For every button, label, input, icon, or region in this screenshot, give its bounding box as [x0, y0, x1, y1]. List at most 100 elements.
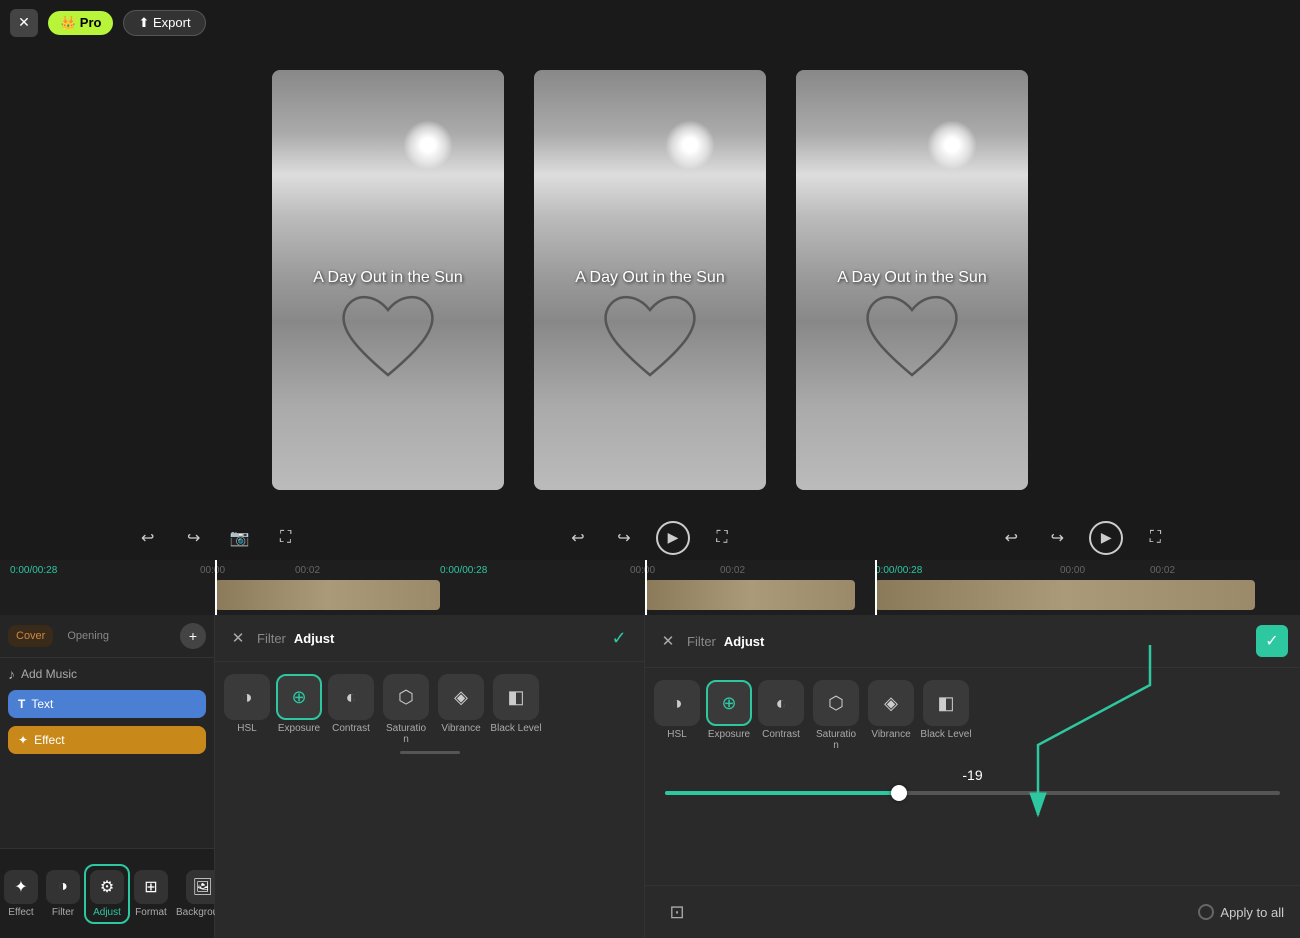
tool-effect[interactable]: ✦ Effect — [0, 866, 42, 922]
redo-button-3[interactable]: ↪ — [1043, 524, 1071, 552]
panel1-filter-tab[interactable]: Filter — [257, 631, 286, 646]
panel2-header: ✕ Filter Adjust ✓ — [645, 615, 1300, 668]
text-item[interactable]: T Text — [8, 690, 206, 718]
camera-icon-1: 📷 — [226, 524, 254, 552]
effect-label: Effect — [34, 733, 64, 747]
undo-button-3[interactable]: ↩ — [997, 524, 1025, 552]
undo-button-1[interactable]: ↩ — [134, 524, 162, 552]
adj-icon-contrast-2[interactable]: ◐ Contrast — [757, 680, 805, 740]
opening-button[interactable]: Opening — [59, 625, 117, 647]
play-button-2[interactable]: ▶ — [656, 521, 690, 555]
tool-adjust[interactable]: ⚙ Adjust — [84, 864, 130, 924]
apply-all-label: Apply to all — [1220, 905, 1284, 920]
cover-button[interactable]: Cover — [8, 625, 53, 647]
bottom-toolbar: ✦ Effect ◑ Filter ⚙ Adjust ⊞ Format 🖼 Ba… — [0, 848, 214, 938]
controls-section-2: ↩ ↪ ▶ ⛶ — [433, 521, 866, 555]
fullscreen-button-1[interactable]: ⛶ — [272, 524, 300, 552]
apply-to-all-button[interactable]: Apply to all — [1198, 904, 1284, 920]
panel1-header: ✕ Filter Adjust ✓ — [215, 615, 644, 662]
timeline-area: 0:00/00:28 0:00/00:28 0:00/00:28 00:00 0… — [0, 560, 1300, 615]
time-mark-3: 00:00 — [630, 565, 655, 576]
adjust-panel-1: ✕ Filter Adjust ✓ ◑ HSL ⊕ Exposure ◐ Con… — [215, 615, 645, 938]
time-label-1: 0:00/00:28 — [10, 565, 57, 576]
time-mark-2: 00:02 — [295, 565, 320, 576]
panel2-filter-tab[interactable]: Filter — [687, 634, 716, 649]
adj-icon-vibrance-1[interactable]: ◈ Vibrance — [437, 674, 485, 734]
undo-button-2[interactable]: ↩ — [564, 524, 592, 552]
text-label: Text — [31, 697, 53, 711]
controls-row: ↩ ↪ 📷 ⛶ ↩ ↪ ▶ ⛶ ↩ ↪ ▶ ⛶ — [0, 515, 1300, 560]
sidebar-top: Cover Opening + — [0, 615, 214, 658]
time-mark-4: 00:02 — [720, 565, 745, 576]
cover-label: Cover — [16, 630, 45, 642]
adj-icon-exposure-2[interactable]: ⊕ Exposure — [705, 680, 753, 740]
heart-svg-1 — [338, 295, 438, 385]
heart-svg-3 — [862, 295, 962, 385]
pro-label: 👑 Pro — [60, 15, 101, 31]
sidebar-items: ♪ Add Music T Text ✦ Effect — [0, 658, 214, 762]
add-clip-button[interactable]: + — [180, 623, 206, 649]
adj-icon-saturation-1[interactable]: ⬡ Saturation — [379, 674, 433, 745]
time-mark-1: 00:00 — [200, 565, 225, 576]
time-mark-6: 00:02 — [1150, 565, 1175, 576]
panel1-adjust-tab[interactable]: Adjust — [294, 631, 334, 646]
apply-all-radio — [1198, 904, 1214, 920]
slider-area: -19 — [645, 757, 1300, 885]
previews-area: A Day Out in the Sun A Day Out in the Su… — [0, 45, 1300, 515]
effect-item[interactable]: ✦ Effect — [8, 726, 206, 754]
close-button[interactable]: ✕ — [10, 9, 38, 37]
play-button-3[interactable]: ▶ — [1089, 521, 1123, 555]
video-title-1: A Day Out in the Sun — [313, 269, 462, 287]
fullscreen-button-2[interactable]: ⛶ — [708, 524, 736, 552]
video-preview-1: A Day Out in the Sun — [272, 70, 504, 490]
panel1-confirm-button[interactable]: ✓ — [606, 625, 632, 651]
panel2-adjust-tab[interactable]: Adjust — [724, 634, 764, 649]
controls-section-3: ↩ ↪ ▶ ⛶ — [867, 521, 1300, 555]
add-music-label: Add Music — [21, 667, 77, 681]
playhead-1 — [215, 560, 217, 615]
export-button[interactable]: ⬆ Export — [123, 10, 205, 36]
panel2-close-button[interactable]: ✕ — [657, 630, 679, 652]
slider-fill — [665, 791, 899, 795]
panel1-close-button[interactable]: ✕ — [227, 627, 249, 649]
bottom-panel: Cover Opening + ♪ Add Music T Text ✦ Eff… — [0, 615, 1300, 938]
panel1-scroll-hint — [400, 751, 460, 754]
adj-icon-hsl-1[interactable]: ◑ HSL — [223, 674, 271, 734]
video-preview-2: A Day Out in the Sun — [534, 70, 766, 490]
sun-glow-2 — [665, 120, 715, 170]
time-label-3: 0:00/00:28 — [875, 565, 922, 576]
redo-button-2[interactable]: ↪ — [610, 524, 638, 552]
time-mark-5: 00:00 — [1060, 565, 1085, 576]
add-music-row[interactable]: ♪ Add Music — [8, 666, 206, 682]
export-label: ⬆ Export — [138, 15, 190, 31]
opening-label: Opening — [67, 630, 109, 642]
adj-icon-blacklevel-1[interactable]: ◧ Black Level — [489, 674, 543, 734]
top-bar: ✕ 👑 Pro ⬆ Export — [0, 0, 1300, 45]
adj-icon-saturation-2[interactable]: ⬡ Saturation — [809, 680, 863, 751]
tool-format[interactable]: ⊞ Format — [130, 866, 172, 922]
adj-icon-contrast-1[interactable]: ◐ Contrast — [327, 674, 375, 734]
thumbnail-strip-2 — [645, 580, 855, 610]
playhead-2 — [645, 560, 647, 615]
slider-value: -19 — [962, 767, 982, 783]
panel2-confirm-button[interactable]: ✓ — [1256, 625, 1288, 657]
tool-filter[interactable]: ◑ Filter — [42, 866, 84, 922]
time-label-2: 0:00/00:28 — [440, 565, 487, 576]
redo-button-1[interactable]: ↪ — [180, 524, 208, 552]
adj-icon-hsl-2[interactable]: ◑ HSL — [653, 680, 701, 740]
split-view-button[interactable]: ⊡ — [661, 896, 693, 928]
adj-icon-vibrance-2[interactable]: ◈ Vibrance — [867, 680, 915, 740]
thumbnail-strip-1 — [215, 580, 440, 610]
video-title-2: A Day Out in the Sun — [575, 269, 724, 287]
adj-icon-exposure-1[interactable]: ⊕ Exposure — [275, 674, 323, 734]
heart-svg-2 — [600, 295, 700, 385]
fullscreen-button-3[interactable]: ⛶ — [1141, 524, 1169, 552]
panel2-icons-row: ◑ HSL ⊕ Exposure ◐ Contrast ⬡ Saturation… — [645, 668, 1300, 757]
exposure-slider[interactable] — [665, 791, 1280, 795]
pro-button[interactable]: 👑 Pro — [48, 11, 113, 35]
sun-glow-1 — [403, 120, 453, 170]
adj-icon-blacklevel-2[interactable]: ◧ Black Level — [919, 680, 973, 740]
playhead-3 — [875, 560, 877, 615]
slider-thumb[interactable] — [891, 785, 907, 801]
sun-glow-3 — [927, 120, 977, 170]
